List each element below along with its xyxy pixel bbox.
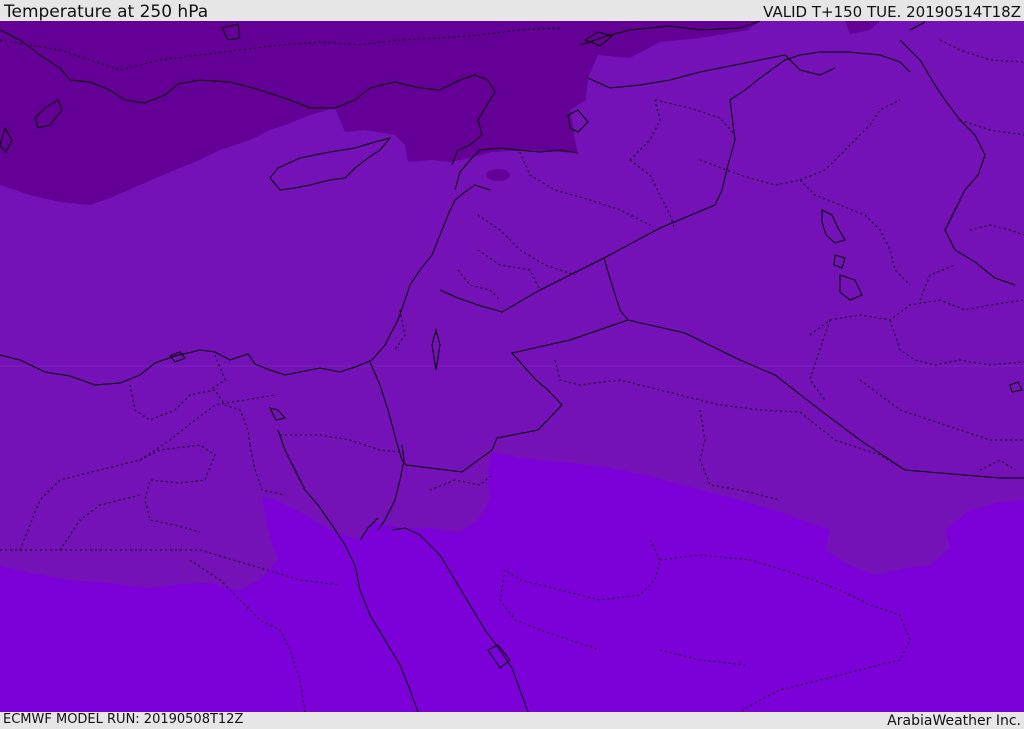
map-title: Temperature at 250 hPa [4,2,209,22]
map-canvas [0,21,1024,712]
valid-time: VALID T+150 TUE. 20190514T18Z [763,3,1021,21]
credit-label: ArabiaWeather Inc. [887,713,1021,729]
model-run: ECMWF MODEL RUN: 20190508T12Z [3,712,244,727]
weather-map [0,21,1024,712]
footer-bar: ECMWF MODEL RUN: 20190508T12Z ArabiaWeat… [0,712,1024,729]
header-bar: Temperature at 250 hPa VALID T+150 TUE. … [0,0,1024,21]
temp-band-cold-blob [486,169,510,181]
temp-band-warm-dot [770,535,786,545]
